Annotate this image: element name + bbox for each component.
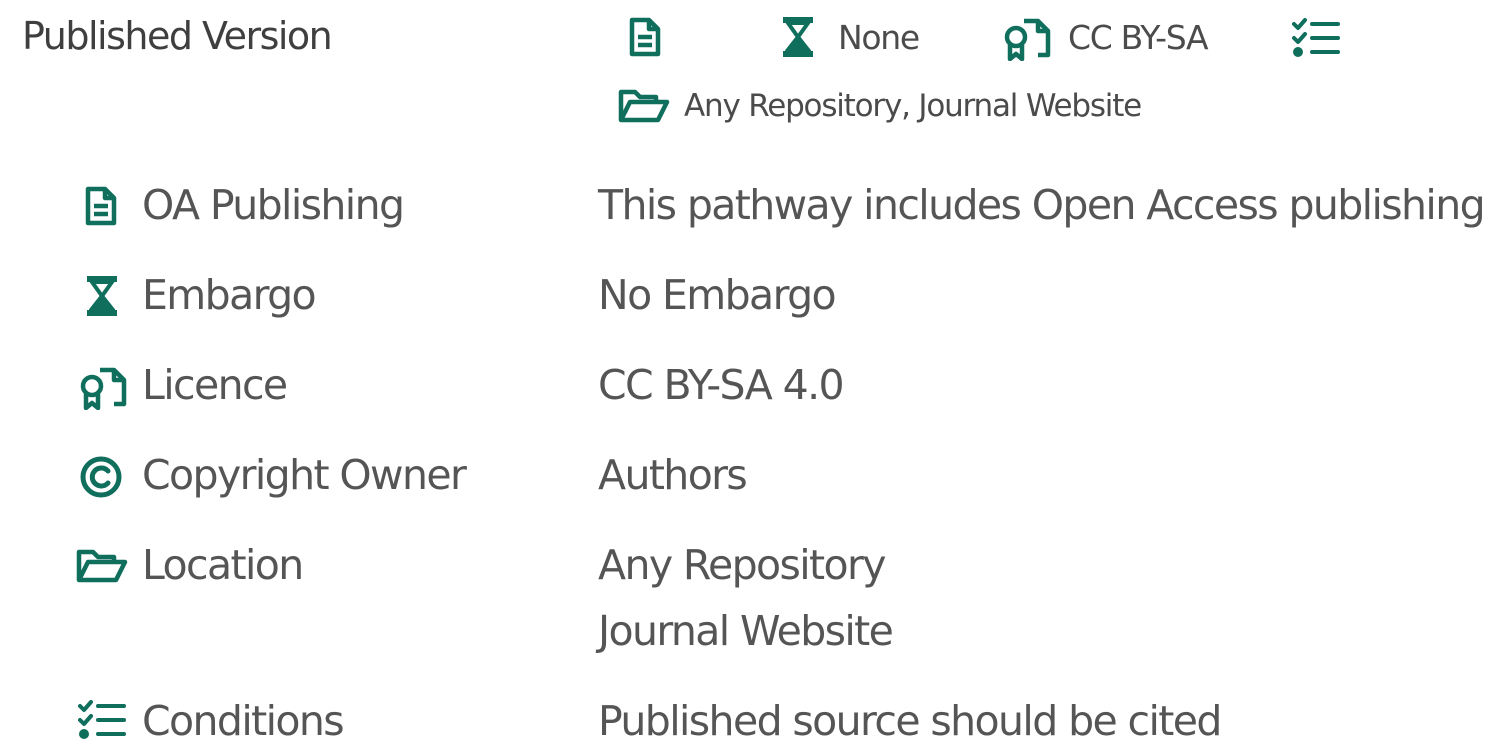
oa-publishing-row-icon — [84, 185, 118, 227]
licence-row-icon — [78, 364, 130, 410]
copyright-owner-value: Authors — [598, 451, 748, 499]
summary-licence-value: CC BY-SA — [1068, 18, 1209, 57]
conditions-row-icon — [78, 700, 128, 740]
hourglass-icon — [780, 15, 816, 59]
location-row-icon — [76, 548, 128, 584]
version-title: Published Version — [22, 14, 333, 58]
summary-embargo-value: None — [838, 18, 920, 57]
embargo-label: Embargo — [142, 271, 317, 319]
licence-certificate-icon — [1002, 15, 1054, 61]
conditions-value: Published source should be cited — [598, 697, 1222, 745]
embargo-row-icon — [84, 274, 120, 318]
oa-publishing-icon — [628, 16, 662, 58]
copyright-owner-label: Copyright Owner — [142, 451, 467, 499]
oa-publishing-value: This pathway includes Open Access publis… — [598, 181, 1486, 229]
checklist-icon — [1292, 18, 1342, 58]
location-label: Location — [142, 541, 304, 589]
licence-label: Licence — [142, 361, 288, 409]
folder-open-icon — [618, 88, 670, 124]
location-value-journal: Journal Website — [598, 607, 894, 655]
summary-location-value: Any Repository, Journal Website — [684, 88, 1142, 124]
conditions-label: Conditions — [142, 697, 345, 745]
location-value-repository: Any Repository — [598, 541, 887, 589]
embargo-value: No Embargo — [598, 271, 837, 319]
oa-publishing-label: OA Publishing — [142, 181, 405, 229]
copyright-icon — [78, 454, 124, 500]
licence-value: CC BY-SA 4.0 — [598, 361, 845, 409]
